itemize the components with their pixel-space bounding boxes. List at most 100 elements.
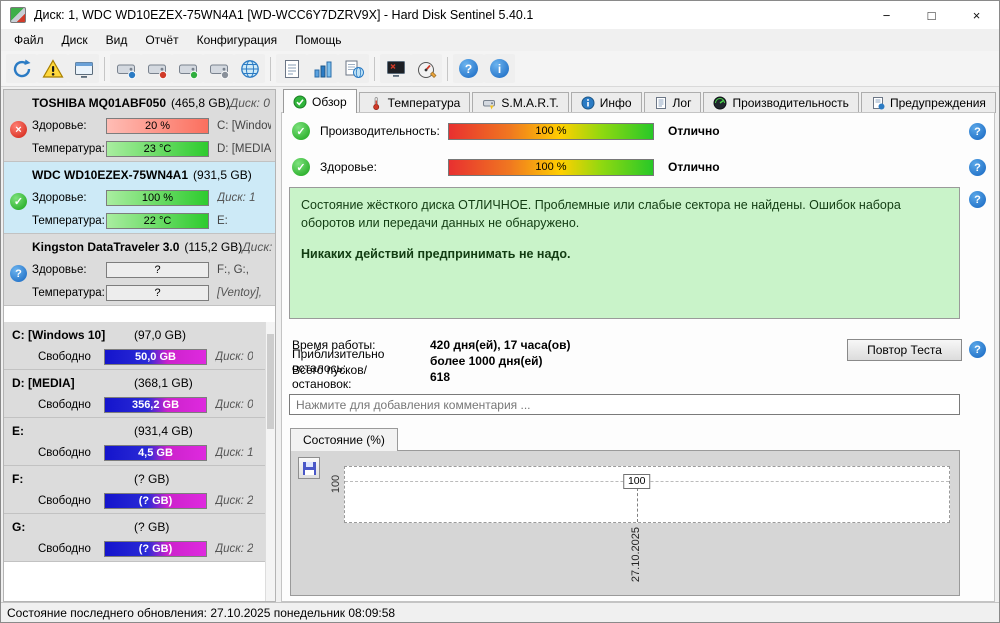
disk-status-message: Состояние жёсткого диска ОТЛИЧНОЕ. Пробл… <box>289 187 960 319</box>
free-space-bar: 50,0 GB <box>104 349 207 365</box>
status-text-help-icon[interactable]: ? <box>969 191 986 208</box>
health-label: Здоровье: <box>320 160 377 174</box>
tab-label: Обзор <box>312 94 347 109</box>
partition-item-c[interactable]: C: [Windows 10] (97,0 GB) Свободно 50,0 … <box>4 322 275 370</box>
disk-test-green-button[interactable] <box>172 54 203 83</box>
disk-title: WDC WD10EZEX-75WN4A1 (931,5 GB) <box>4 162 275 186</box>
log-page-icon <box>655 97 666 109</box>
y-axis-tick-label: 100 <box>330 474 343 494</box>
temperature-label: Температура: <box>32 142 105 155</box>
tab-warnings[interactable]: Предупреждения <box>860 92 996 113</box>
state-chart-panel: 100 100 27.10.2025 <box>290 450 960 596</box>
menu-view[interactable]: Вид <box>97 30 137 50</box>
disk-tools-button[interactable] <box>203 54 234 83</box>
free-space-row: Свободно 50,0 GB Диск: 0 <box>4 346 275 368</box>
partition-disk-number: Диск: 0 <box>215 399 254 411</box>
health-label: Здоровье: <box>32 191 87 204</box>
menu-file[interactable]: Файл <box>5 30 53 50</box>
state-chart-tab[interactable]: Состояние (%) <box>290 428 398 451</box>
partition-item-f[interactable]: F: (? GB) Свободно (? GB) Диск: 2 <box>4 466 275 514</box>
menu-disk[interactable]: Диск <box>53 30 97 50</box>
app-icon <box>10 7 26 23</box>
disk-size: (931,5 GB) <box>193 168 252 182</box>
message-button[interactable] <box>68 54 99 83</box>
disk-item-wdc-selected[interactable]: ✓ WDC WD10EZEX-75WN4A1 (931,5 GB) Здоров… <box>4 162 275 234</box>
health-row: ✓ Здоровье: 100 % Отлично <box>292 157 720 177</box>
statistics-button[interactable] <box>307 54 338 83</box>
retest-button[interactable]: Повтор Теста <box>847 339 962 361</box>
retest-help-icon[interactable]: ? <box>969 341 986 358</box>
disk-number: Диск: 0 <box>229 96 270 110</box>
menu-report[interactable]: Отчёт <box>136 30 187 50</box>
stat-label: Всего пусков/остановок: <box>292 363 367 391</box>
health-bar: ? <box>106 261 209 278</box>
partition-title: G: (? GB) <box>4 514 275 538</box>
last-update-status: Состояние последнего обновления: 27.10.2… <box>7 605 396 620</box>
health-row: Здоровье: 20 % C: [Window <box>4 114 275 137</box>
gauge-pencil-icon <box>417 61 436 78</box>
disk-item-toshiba[interactable]: × TOSHIBA MQ01ABF050 (465,8 GB) Диск: 0 … <box>4 90 275 162</box>
menu-configuration[interactable]: Конфигурация <box>188 30 287 50</box>
sidebar-scrollbar[interactable] <box>265 322 275 601</box>
comment-input[interactable] <box>289 394 960 415</box>
tab-label: Производительность <box>732 96 849 110</box>
help-button[interactable]: ? <box>453 54 484 83</box>
menu-help[interactable]: Помощь <box>286 30 350 50</box>
free-space-row: Свободно 4,5 GB Диск: 1 <box>4 442 275 464</box>
problem-report-button[interactable] <box>37 54 68 83</box>
scrollbar-thumb[interactable] <box>267 334 274 429</box>
toolbar-separator <box>374 56 375 81</box>
tab-smart[interactable]: S.M.A.R.T. <box>472 92 569 113</box>
performance-row: ✓ Производительность: 100 % Отлично <box>292 121 720 141</box>
free-space-row: Свободно 356,2 GB Диск: 0 <box>4 394 275 416</box>
health-row: Здоровье: ? F:, G:, <box>4 258 275 281</box>
tab-info[interactable]: Инфо <box>570 92 642 113</box>
tab-performance[interactable]: Производительность <box>703 92 859 113</box>
online-report-button[interactable] <box>338 54 369 83</box>
menu-bar: Файл Диск Вид Отчёт Конфигурация Помощь <box>1 29 999 51</box>
save-chart-button[interactable] <box>298 457 320 479</box>
partition-item-e[interactable]: E: (931,4 GB) Свободно 4,5 GB Диск: 1 <box>4 418 275 466</box>
partition-name: D: [MEDIA] <box>12 376 75 390</box>
report-button[interactable] <box>276 54 307 83</box>
disk-item-kingston[interactable]: ? Kingston DataTraveler 3.0 (115,2 GB) Д… <box>4 234 275 306</box>
app-window: Диск: 1, WDC WD10EZEX-75WN4A1 [WD-WCC6Y7… <box>0 0 1000 623</box>
help-icon: ? <box>459 59 478 78</box>
temperature-bar: 22 °C <box>106 212 209 229</box>
about-button[interactable]: i <box>484 54 515 83</box>
refresh-button[interactable] <box>6 54 37 83</box>
floppy-icon <box>302 461 316 475</box>
performance-tune-button[interactable] <box>411 54 442 83</box>
x-axis-date-label: 27.10.2025 <box>629 527 642 583</box>
disk-detect-button[interactable] <box>110 54 141 83</box>
state-chart-plot: 100 <box>344 466 950 523</box>
close-button[interactable]: × <box>954 1 999 29</box>
globe-icon <box>240 59 259 78</box>
temperature-row: Температура: ? [Ventoy], <box>4 281 275 304</box>
free-space-bar: 356,2 GB <box>104 397 207 413</box>
partition-name: E: <box>12 424 24 438</box>
disk-test-red-button[interactable] <box>141 54 172 83</box>
temperature-partitions: E: <box>217 214 228 227</box>
partition-item-g[interactable]: G: (? GB) Свободно (? GB) Диск: 2 <box>4 514 275 562</box>
partition-size: (? GB) <box>134 520 170 534</box>
disk-gray-icon <box>209 64 229 79</box>
tab-label: Лог <box>672 96 692 110</box>
partition-title: D: [MEDIA] (368,1 GB) <box>4 370 275 394</box>
tab-overview[interactable]: Обзор <box>283 89 357 113</box>
tab-temperature[interactable]: Температура <box>358 92 471 113</box>
disk-number: Диск: <box>242 240 273 254</box>
overview-tab-content: ✓ Производительность: 100 % Отлично ✓ Зд… <box>281 112 995 602</box>
screen-test-button[interactable] <box>380 54 411 83</box>
disk-title: Kingston DataTraveler 3.0 (115,2 GB) Дис… <box>4 234 275 258</box>
performance-help-icon[interactable]: ? <box>969 123 986 140</box>
health-help-icon[interactable]: ? <box>969 159 986 176</box>
status-text: Состояние жёсткого диска ОТЛИЧНОЕ. Пробл… <box>301 198 901 230</box>
partition-item-d[interactable]: D: [MEDIA] (368,1 GB) Свободно 356,2 GB … <box>4 370 275 418</box>
minimize-button[interactable]: − <box>864 1 909 29</box>
online-button[interactable] <box>234 54 265 83</box>
disk-name: Kingston DataTraveler 3.0 <box>32 240 180 254</box>
info-tab-icon <box>581 96 595 110</box>
maximize-button[interactable]: □ <box>909 1 954 29</box>
tab-log[interactable]: Лог <box>643 92 702 113</box>
